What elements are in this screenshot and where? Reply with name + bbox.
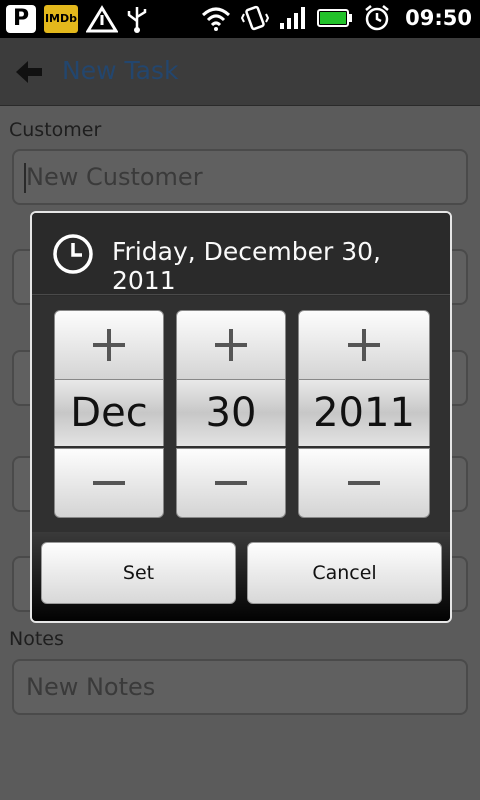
notes-placeholder: New Notes (26, 673, 156, 701)
warning-icon (86, 5, 118, 33)
clock-icon (53, 234, 93, 274)
day-decrement-button[interactable] (176, 448, 286, 518)
notes-input[interactable]: New Notes (12, 659, 468, 715)
dialog-button-bar: Set Cancel (32, 532, 450, 621)
action-bar: New Task (0, 38, 480, 106)
month-picker: Dec (54, 310, 164, 518)
year-value[interactable]: 2011 (298, 380, 430, 446)
month-increment-button[interactable] (54, 310, 164, 380)
notification-icons: P IMDb (6, 5, 148, 33)
plus-icon (215, 329, 247, 361)
notes-label: Notes (9, 628, 64, 650)
clock-time: 09:50 (405, 6, 472, 30)
dialog-header: Friday, December 30, 2011 (32, 213, 450, 295)
vibrate-icon (241, 5, 270, 31)
date-picker-dialog: Friday, December 30, 2011 Dec 30 2011 Se… (30, 211, 452, 623)
month-decrement-button[interactable] (54, 448, 164, 518)
imdb-icon: IMDb (44, 5, 78, 33)
customer-input[interactable]: New Customer (12, 149, 468, 205)
p-app-icon: P (6, 5, 36, 33)
minus-icon (215, 481, 247, 485)
alarm-icon (365, 5, 389, 31)
customer-label: Customer (9, 119, 102, 141)
customer-placeholder: New Customer (26, 163, 203, 191)
year-increment-button[interactable] (298, 310, 430, 380)
minus-icon (93, 481, 125, 485)
usb-icon (127, 7, 147, 33)
plus-icon (348, 329, 380, 361)
set-button[interactable]: Set (41, 542, 236, 604)
back-arrow-icon[interactable] (14, 58, 44, 86)
year-picker: 2011 (298, 310, 430, 518)
day-value[interactable]: 30 (176, 380, 286, 446)
signal-icon (280, 7, 306, 29)
day-picker: 30 (176, 310, 286, 518)
plus-icon (93, 329, 125, 361)
status-bar: P IMDb 09:50 (0, 0, 480, 38)
month-value[interactable]: Dec (54, 380, 164, 446)
dialog-title: Friday, December 30, 2011 (112, 237, 382, 295)
cancel-button[interactable]: Cancel (247, 542, 442, 604)
wifi-icon (202, 7, 231, 31)
date-picker: Dec 30 2011 (32, 296, 450, 532)
year-decrement-button[interactable] (298, 448, 430, 518)
minus-icon (348, 481, 380, 485)
system-icons: 09:50 (201, 4, 472, 32)
page-title: New Task (62, 56, 179, 85)
day-increment-button[interactable] (176, 310, 286, 380)
battery-icon (317, 9, 353, 27)
